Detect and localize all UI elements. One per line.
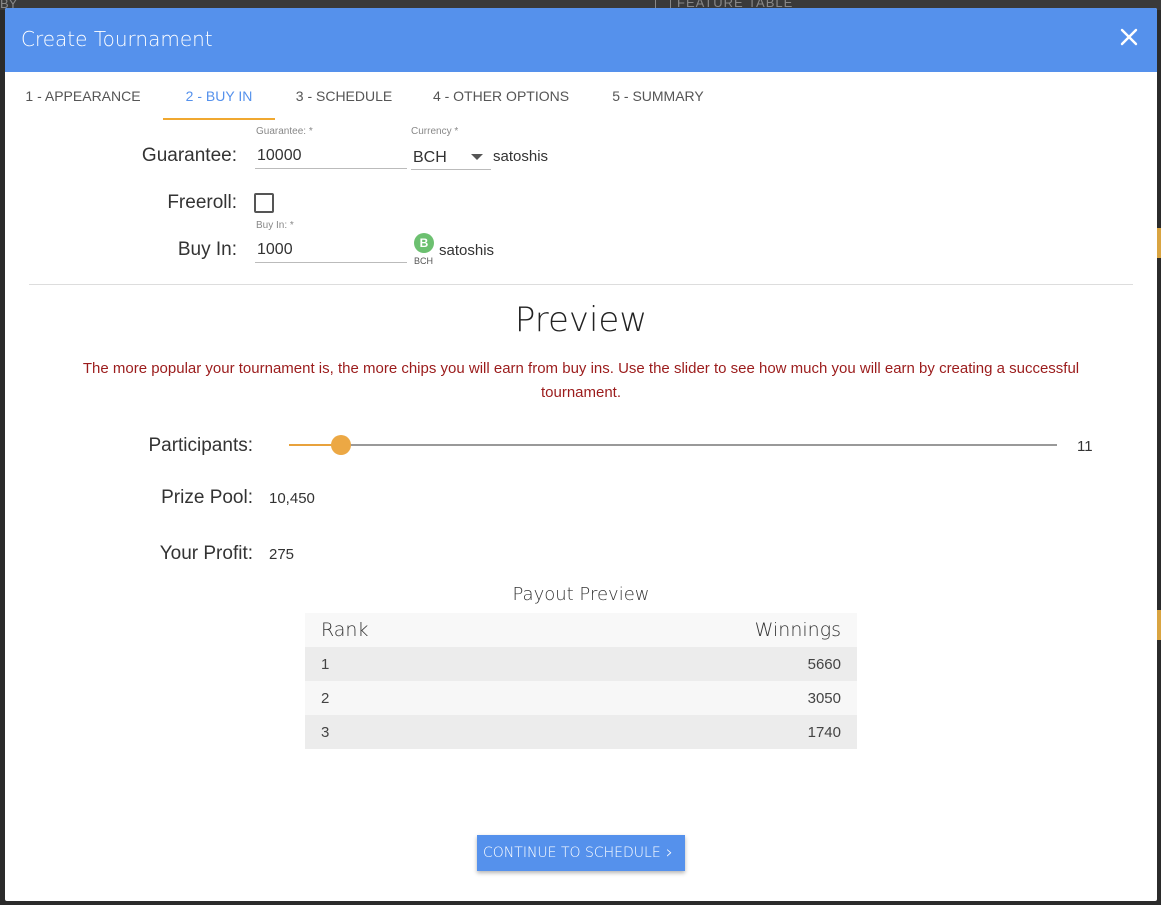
- table-row: 2 3050: [305, 681, 857, 715]
- prize-pool-label: Prize Pool:: [161, 487, 253, 508]
- background-edge-accent: [1157, 228, 1161, 258]
- tab-schedule[interactable]: 3 - SCHEDULE: [289, 72, 399, 118]
- close-icon[interactable]: [1117, 25, 1141, 49]
- preview-title: Preview: [514, 300, 648, 340]
- winnings-cell: 3050: [517, 681, 857, 715]
- create-tournament-dialog: Create Tournament 1 - APPEARANCE 2 - BUY…: [5, 8, 1157, 901]
- buy-in-input[interactable]: [255, 238, 407, 263]
- background-edge-accent: [1157, 610, 1161, 640]
- table-row: 1 5660: [305, 647, 857, 681]
- bch-coin-label: BCH: [414, 256, 434, 266]
- rank-cell: 3: [305, 715, 518, 749]
- guarantee-label: Guarantee:: [141, 145, 237, 166]
- tab-summary[interactable]: 5 - SUMMARY: [603, 72, 713, 118]
- freeroll-label: Freeroll:: [167, 192, 237, 213]
- dialog-header: Create Tournament: [5, 8, 1157, 72]
- chevron-right-icon: ›: [665, 842, 673, 863]
- rank-column-header: Rank: [305, 613, 518, 647]
- profit-value: 275: [269, 546, 295, 563]
- winnings-cell: 1740: [517, 715, 857, 749]
- currency-value: BCH: [413, 149, 447, 166]
- tab-appearance[interactable]: 1 - APPEARANCE: [17, 72, 149, 118]
- currency-select[interactable]: BCH: [411, 146, 491, 170]
- preview-warning: The more popular your tournament is, the…: [82, 360, 1080, 401]
- tab-buy-in[interactable]: 2 - BUY IN: [163, 72, 275, 120]
- table-header-row: Rank Winnings: [305, 613, 857, 647]
- winnings-column-header: Winnings: [517, 613, 857, 647]
- bch-coin-icon: B: [414, 233, 434, 253]
- profit-label: Your Profit:: [159, 543, 253, 564]
- participants-slider-thumb[interactable]: [330, 435, 351, 455]
- participants-slider-track[interactable]: [289, 444, 1057, 446]
- rank-cell: 2: [305, 681, 518, 715]
- guarantee-input[interactable]: [255, 144, 407, 169]
- chevron-down-icon: [471, 154, 483, 160]
- continue-button-label: CONTINUE TO SCHEDULE: [483, 845, 661, 861]
- freeroll-checkbox[interactable]: [254, 193, 274, 213]
- participants-value: 11: [1077, 438, 1093, 455]
- prize-pool-value: 10,450: [269, 490, 315, 507]
- section-divider: [29, 284, 1133, 285]
- currency-field-label: Currency *: [411, 126, 459, 137]
- winnings-cell: 5660: [517, 647, 857, 681]
- buy-in-field-label: Buy In: *: [256, 220, 294, 231]
- dialog-title: Create Tournament: [21, 27, 213, 51]
- wizard-tabs: 1 - APPEARANCE 2 - BUY IN 3 - SCHEDULE 4…: [5, 72, 1157, 120]
- tab-other-options[interactable]: 4 - OTHER OPTIONS: [425, 72, 577, 118]
- guarantee-unit: satoshis: [493, 148, 549, 165]
- buy-in-label: Buy In:: [177, 239, 237, 260]
- payout-table: Rank Winnings 1 5660 2 3050 3 1740: [305, 613, 857, 749]
- buy-in-unit: satoshis: [439, 242, 495, 259]
- payout-preview-title: Payout Preview: [512, 584, 650, 605]
- table-row: 3 1740: [305, 715, 857, 749]
- participants-label: Participants:: [148, 435, 253, 456]
- guarantee-field-label: Guarantee: *: [256, 126, 313, 137]
- rank-cell: 1: [305, 647, 518, 681]
- continue-to-schedule-button[interactable]: CONTINUE TO SCHEDULE ›: [477, 835, 685, 871]
